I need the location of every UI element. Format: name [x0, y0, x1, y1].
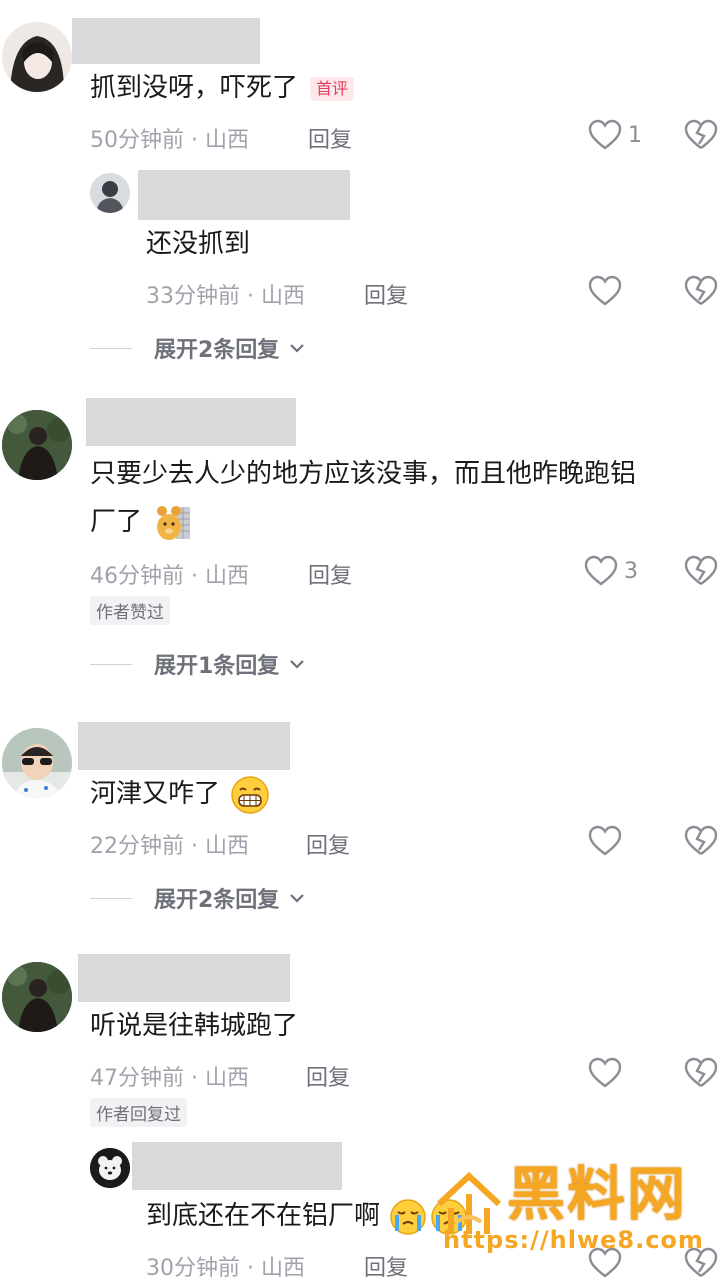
like-count: 1: [628, 122, 642, 148]
comment-text: 河津又咋了: [90, 774, 270, 815]
comment-content: 河津又咋了: [90, 779, 221, 809]
reply-content: 到底还在不在铝厂啊: [146, 1201, 381, 1231]
broken-heart-icon: [684, 1057, 718, 1087]
avatar[interactable]: [90, 173, 130, 213]
avatar[interactable]: [2, 410, 72, 480]
divider: [90, 347, 132, 349]
like-button[interactable]: 1: [588, 119, 642, 151]
dislike-button[interactable]: [684, 275, 718, 311]
broken-heart-icon: [684, 119, 718, 149]
expand-replies-button[interactable]: 展开2条回复: [90, 882, 305, 914]
watermark: 黑料网 https://hlwe8.com: [425, 1160, 720, 1280]
reply-text: 到底还在不在铝厂啊: [146, 1196, 470, 1237]
comment-time: 22分钟前 · 山西: [90, 834, 249, 859]
comment-text: 抓到没呀，吓死了 首评: [90, 68, 355, 108]
divider: [90, 663, 132, 665]
dislike-button[interactable]: [684, 119, 718, 155]
bear-emoji-icon: [157, 505, 191, 540]
username-redacted[interactable]: [132, 1142, 342, 1190]
grin-emoji-icon: [231, 775, 270, 814]
broken-heart-icon: [684, 275, 718, 305]
heart-icon: [588, 825, 622, 856]
comment-time: 50分钟前 · 山西: [90, 128, 249, 153]
username-redacted[interactable]: [78, 954, 290, 1002]
username-redacted[interactable]: [72, 18, 260, 64]
comment-content: 厂了: [90, 507, 143, 537]
avatar[interactable]: [90, 1148, 130, 1188]
like-button[interactable]: 3: [584, 555, 638, 587]
dislike-button[interactable]: [684, 825, 718, 861]
reply-time: 30分钟前 · 山西: [146, 1256, 305, 1281]
chevron-down-icon: [290, 344, 305, 353]
heart-icon: [588, 119, 622, 150]
reply-button[interactable]: 回复: [306, 828, 350, 860]
broken-heart-icon: [684, 825, 718, 855]
expand-replies-button[interactable]: 展开2条回复: [90, 332, 305, 364]
reply-button[interactable]: 回复: [364, 278, 408, 310]
expand-label: 展开2条回复: [154, 338, 280, 363]
username-redacted[interactable]: [78, 722, 290, 770]
chevron-down-icon: [290, 660, 305, 669]
first-comment-tag: 首评: [310, 76, 355, 101]
avatar[interactable]: [2, 22, 72, 92]
comment-time: 47分钟前 · 山西: [90, 1066, 249, 1091]
expand-replies-button[interactable]: 展开1条回复: [90, 648, 305, 680]
like-count: 3: [624, 558, 638, 584]
avatar[interactable]: [2, 962, 72, 1032]
reply-button[interactable]: 回复: [306, 1060, 350, 1092]
expand-label: 展开1条回复: [154, 654, 280, 679]
author-replied-badge: 作者回复过: [90, 1098, 187, 1127]
broken-heart-icon: [684, 555, 718, 585]
reply-button[interactable]: 回复: [308, 122, 352, 154]
comment-text: 厂了: [90, 502, 194, 543]
reply-button[interactable]: 回复: [308, 558, 352, 590]
chevron-down-icon: [290, 894, 305, 903]
dislike-button[interactable]: [684, 555, 718, 591]
divider: [90, 897, 132, 899]
heart-icon: [588, 275, 622, 306]
avatar[interactable]: [2, 728, 72, 798]
like-button[interactable]: [588, 275, 622, 307]
heart-icon: [588, 1057, 622, 1088]
like-button[interactable]: [588, 1057, 622, 1089]
comment-text: 只要少去人少的地方应该没事，而且他昨晚跑铝: [90, 459, 637, 489]
expand-label: 展开2条回复: [154, 888, 280, 913]
comment-time: 46分钟前 · 山西: [90, 564, 249, 589]
comment-text: 听说是往韩城跑了: [90, 1011, 299, 1041]
reply-time: 33分钟前 · 山西: [146, 284, 305, 309]
username-redacted[interactable]: [138, 170, 350, 220]
watermark-url: https://hlwe8.com: [443, 1226, 704, 1254]
reply-button[interactable]: 回复: [364, 1250, 408, 1282]
author-liked-badge: 作者赞过: [90, 596, 170, 625]
like-button[interactable]: [588, 825, 622, 857]
dislike-button[interactable]: [684, 1057, 718, 1093]
watermark-brand: 黑料网: [507, 1160, 688, 1228]
comment-content: 抓到没呀，吓死了: [90, 73, 299, 103]
reply-text: 还没抓到: [146, 229, 251, 259]
username-redacted[interactable]: [86, 398, 296, 446]
heart-icon: [584, 555, 618, 586]
